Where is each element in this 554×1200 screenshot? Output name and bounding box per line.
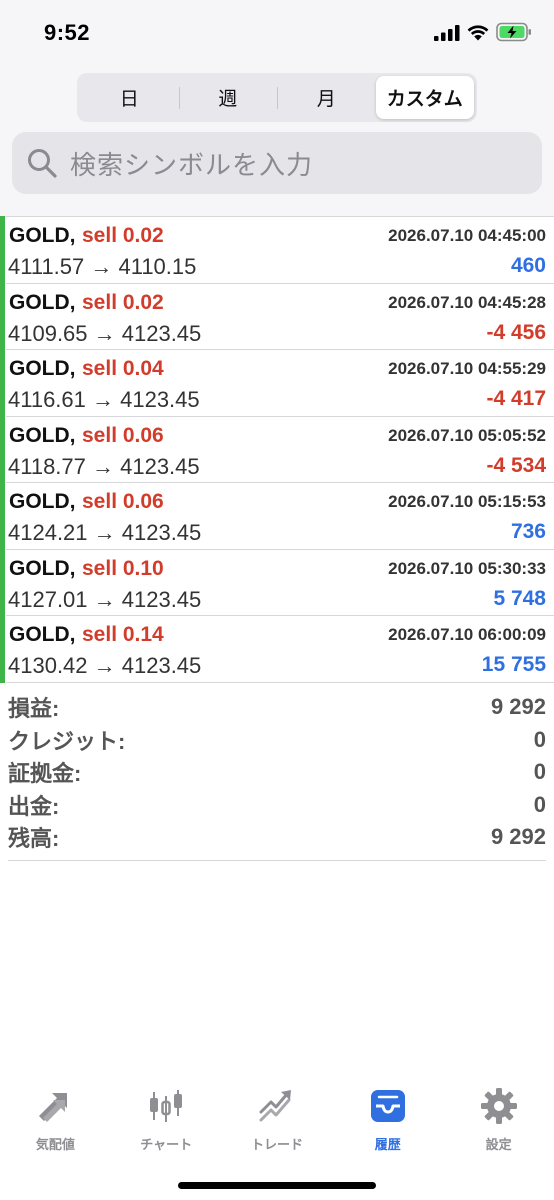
summary-label: クレジット: — [8, 728, 126, 754]
trade-row[interactable]: GOLD, sell 0.06 2026.07.10 05:15:53 4124… — [0, 482, 554, 550]
trade-symbol: GOLD, — [9, 623, 76, 646]
trade-symbol: GOLD, — [9, 423, 76, 447]
summary-withdrawal: 出金: 0 — [8, 789, 546, 822]
trade-prices: 4127.01 → 4123.45 — [8, 586, 202, 612]
tab-quotes[interactable]: 気配値 — [0, 1080, 111, 1160]
period-segmented-control: 日 週 月 カスタム — [77, 73, 477, 122]
trade-row[interactable]: GOLD, sell 0.06 2026.07.10 05:05:52 4118… — [0, 415, 554, 483]
trade-symbol: GOLD, — [9, 357, 76, 380]
search-placeholder: 検索シンボルを入力 — [70, 149, 314, 180]
tab-label: 気配値 — [35, 1137, 75, 1152]
status-time: 9:52 — [44, 20, 91, 45]
tab-chart[interactable]: チャート — [111, 1080, 222, 1160]
trade-time: 2026.07.10 05:30:33 — [388, 558, 546, 578]
home-indicator — [178, 1182, 376, 1189]
summary-deposit: 証拠金: 0 — [8, 756, 546, 789]
trade-prices: 4116.61 → 4123.45 — [8, 387, 200, 412]
trade-history-list: GOLD, sell 0.02 2026.07.10 04:45:00 4111… — [0, 216, 554, 683]
trade-prices: 4124.21 → 4123.45 — [8, 520, 202, 545]
trade-time: 2026.07.10 06:00:09 — [388, 625, 546, 644]
trade-symbol: GOLD, — [9, 224, 76, 247]
search-icon — [28, 149, 57, 178]
trade-side: sell 0.10 — [82, 556, 164, 580]
quotes-arrows-icon — [39, 1093, 68, 1122]
summary-credit: クレジット: 0 — [8, 724, 546, 757]
summary-label: 出金: — [8, 793, 60, 819]
summary-label: 証拠金: — [8, 761, 82, 787]
trade-profit: -4 456 — [486, 320, 546, 344]
trade-time: 2026.07.10 04:45:28 — [388, 292, 546, 312]
trade-prices: 4111.57 → 4110.15 — [8, 254, 197, 279]
tab-label: チャート — [140, 1137, 193, 1152]
trade-time: 2026.07.10 05:05:52 — [388, 425, 546, 445]
trade-prices: 4130.42 → 4123.45 — [8, 653, 202, 678]
trade-side: sell 0.02 — [82, 224, 164, 247]
trade-row[interactable]: GOLD, sell 0.10 2026.07.10 05:30:33 4127… — [0, 548, 554, 616]
summary-label: 損益: — [8, 696, 60, 722]
tab-trade[interactable]: トレード — [222, 1080, 333, 1160]
summary-balance: 残高: 9 292 — [8, 821, 546, 854]
history-tray-icon — [370, 1090, 405, 1122]
trade-side: sell 0.06 — [82, 490, 164, 513]
trade-time: 2026.07.10 04:45:00 — [388, 226, 546, 245]
tab-settings[interactable]: 設定 — [443, 1080, 554, 1160]
summary-value: 9 292 — [490, 694, 546, 720]
trade-side: sell 0.06 — [82, 423, 164, 447]
battery-charging-icon — [496, 22, 531, 42]
trade-symbol: GOLD, — [9, 290, 76, 314]
trade-row[interactable]: GOLD, sell 0.02 2026.07.10 04:45:00 4111… — [0, 216, 554, 284]
trade-side: sell 0.04 — [82, 357, 164, 380]
trade-trend-icon — [259, 1090, 291, 1122]
trade-profit: -4 417 — [486, 387, 546, 410]
trade-prices: 4109.65 → 4123.45 — [8, 320, 202, 346]
summary-value: 9 292 — [490, 824, 546, 850]
symbol-search-input[interactable]: 検索シンボルを入力 — [12, 132, 542, 194]
tab-history[interactable]: 履歴 — [332, 1080, 443, 1160]
trade-profit: 736 — [510, 520, 546, 543]
segment-month[interactable]: 月 — [277, 76, 376, 119]
bottom-tab-bar: 気配値 チャート トレード 履歴 設定 — [0, 1080, 554, 1160]
trade-profit: 5 748 — [493, 586, 546, 610]
trade-profit: 460 — [510, 254, 546, 277]
summary-value: 0 — [533, 759, 546, 785]
trade-profit: 15 755 — [481, 653, 546, 676]
trade-side: sell 0.14 — [82, 623, 164, 646]
trade-row[interactable]: GOLD, sell 0.02 2026.07.10 04:45:28 4109… — [0, 282, 554, 350]
segment-custom[interactable]: カスタム — [375, 76, 474, 119]
account-summary: 損益: 9 292 クレジット: 0 証拠金: 0 出金: 0 残高: 9 29… — [8, 691, 546, 861]
summary-label: 残高: — [8, 826, 60, 852]
summary-profit: 損益: 9 292 — [8, 691, 546, 724]
tab-label: トレード — [250, 1137, 303, 1152]
trade-time: 2026.07.10 04:55:29 — [388, 359, 546, 378]
trade-symbol: GOLD, — [9, 556, 76, 580]
segment-week[interactable]: 週 — [178, 76, 278, 119]
trade-symbol: GOLD, — [9, 490, 76, 513]
candlestick-chart-icon — [150, 1090, 183, 1122]
trade-row[interactable]: GOLD, sell 0.04 2026.07.10 04:55:29 4116… — [0, 349, 554, 417]
trade-time: 2026.07.10 05:15:53 — [388, 492, 546, 511]
trade-prices: 4118.77 → 4123.45 — [8, 453, 200, 479]
trade-profit: -4 534 — [486, 453, 546, 477]
status-bar: 9:52 — [0, 0, 554, 66]
trade-side: sell 0.02 — [82, 290, 164, 314]
tab-label: 設定 — [485, 1137, 512, 1152]
segment-day[interactable]: 日 — [80, 76, 179, 119]
trade-row[interactable]: GOLD, sell 0.14 2026.07.10 06:00:09 4130… — [0, 615, 554, 683]
summary-value: 0 — [533, 791, 546, 817]
cellular-signal-icon — [434, 25, 460, 41]
wifi-icon — [467, 25, 489, 41]
tab-label: 履歴 — [374, 1137, 401, 1152]
summary-value: 0 — [533, 726, 546, 752]
gear-icon — [480, 1088, 517, 1124]
